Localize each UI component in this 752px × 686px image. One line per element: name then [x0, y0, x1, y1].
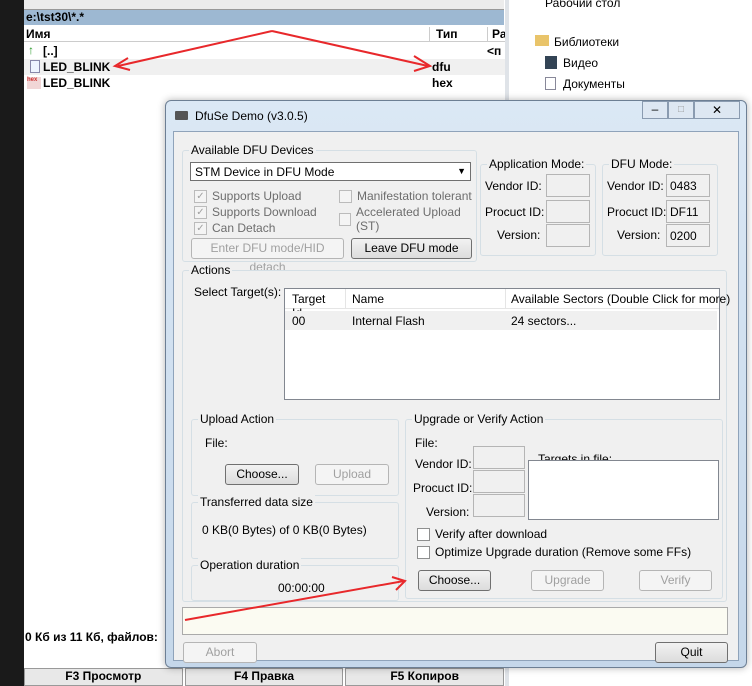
- dfuse-window: DfuSe Demo (v3.0.5) – □ ✕ Available DFU …: [165, 100, 747, 668]
- library-icon: [535, 35, 549, 46]
- table-header: Target Id Name Available Sectors (Double…: [285, 289, 730, 320]
- status-text: 0 Кб из 11 Кб, файлов:: [25, 630, 158, 644]
- nav-libraries[interactable]: Библиотеки: [554, 35, 619, 49]
- upgrade-vendor-id-field: [473, 446, 525, 469]
- abort-button[interactable]: Abort: [183, 642, 257, 663]
- function-keys: F3 Просмотр F4 Правка F5 Копиров: [24, 668, 505, 686]
- upgrade-verify-group: Upgrade or Verify Action File: Vendor ID…: [405, 412, 723, 599]
- quit-button[interactable]: Quit: [655, 642, 728, 663]
- f3-button[interactable]: F3 Просмотр: [24, 668, 183, 686]
- actions-group: Actions Select Target(s): Target Id Name…: [182, 263, 730, 602]
- col-type[interactable]: Тип: [429, 27, 487, 41]
- nav-documents[interactable]: Документы: [563, 77, 625, 91]
- devices-group: Available DFU Devices STM Device in DFU …: [182, 143, 477, 274]
- upgrade-version-field: [473, 494, 525, 517]
- video-icon: [545, 56, 557, 69]
- nav-video[interactable]: Видео: [563, 56, 598, 70]
- upload-choose-button[interactable]: Choose...: [225, 464, 299, 485]
- enter-dfu-button[interactable]: Enter DFU mode/HID detach: [191, 238, 344, 274]
- verify-after-download-checkbox[interactable]: Verify after download: [417, 527, 547, 541]
- documents-icon: [545, 77, 556, 90]
- upgrade-product-id-field: [473, 470, 525, 493]
- maximize-button[interactable]: □: [668, 101, 694, 119]
- file-icon: [30, 60, 40, 73]
- dfu-vendor-id-field: 0483: [666, 174, 710, 197]
- progress-bar: [182, 607, 728, 635]
- hex-file-icon: hex: [27, 77, 41, 89]
- file-row[interactable]: hex LED_BLINK hex: [24, 75, 505, 91]
- app-product-id-field: [546, 200, 590, 223]
- application-mode-group: Application Mode: Vendor ID: Procuct ID:…: [480, 157, 596, 256]
- minimize-button[interactable]: –: [642, 101, 668, 119]
- dfu-version-field: 0200: [666, 224, 710, 247]
- accelerated-checkbox[interactable]: Accelerated Upload (ST): [339, 205, 476, 233]
- optimize-upgrade-checkbox[interactable]: Optimize Upgrade duration (Remove some F…: [417, 545, 691, 559]
- window-title: DfuSe Demo (v3.0.5): [195, 109, 308, 123]
- targets-in-file-list[interactable]: [528, 460, 719, 520]
- up-arrow-icon: ↑: [28, 43, 34, 57]
- close-button[interactable]: ✕: [694, 101, 740, 119]
- upload-button[interactable]: Upload: [315, 464, 389, 485]
- device-select[interactable]: STM Device in DFU Mode ▼: [190, 162, 471, 181]
- chip-icon: [175, 111, 188, 120]
- f4-button[interactable]: F4 Правка: [184, 668, 344, 686]
- duration-group: Operation duration 00:00:00: [191, 558, 399, 601]
- target-table[interactable]: Target Id Name Available Sectors (Double…: [284, 288, 730, 400]
- upgrade-button[interactable]: Upgrade: [531, 570, 604, 591]
- upgrade-choose-button[interactable]: Choose...: [418, 570, 491, 591]
- app-version-field: [546, 224, 590, 247]
- transferred-group: Transferred data size 0 KB(0 Bytes) of 0…: [191, 495, 399, 559]
- manifestation-checkbox[interactable]: Manifestation tolerant: [339, 189, 472, 203]
- drive-bar: [24, 0, 504, 10]
- desktop-edge: [0, 0, 24, 686]
- col-name[interactable]: Имя: [26, 27, 51, 41]
- file-row[interactable]: ↑ [..] <п: [24, 43, 505, 59]
- chevron-down-icon: ▼: [457, 166, 466, 176]
- table-row[interactable]: 00 Internal Flash 24 sectors...: [285, 311, 717, 330]
- file-list-header: Имя Тип Ра: [24, 27, 507, 42]
- app-vendor-id-field: [546, 174, 590, 197]
- dialog-client: Available DFU Devices STM Device in DFU …: [173, 131, 739, 663]
- file-row[interactable]: LED_BLINK dfu: [24, 59, 505, 75]
- verify-button[interactable]: Verify: [639, 570, 712, 591]
- leave-dfu-button[interactable]: Leave DFU mode: [351, 238, 472, 259]
- path-bar: e:\tst30\*.*: [24, 10, 504, 25]
- upload-action-group: Upload Action File: Choose... Upload: [191, 412, 399, 496]
- supports-download-checkbox[interactable]: ✓ Supports Download: [194, 205, 317, 219]
- supports-upload-checkbox[interactable]: ✓ Supports Upload: [194, 189, 301, 203]
- dfu-product-id-field: DF11: [666, 200, 710, 223]
- nav-desktop[interactable]: Рабочий стол: [545, 0, 620, 10]
- can-detach-checkbox[interactable]: ✓ Can Detach: [194, 221, 275, 235]
- f5-button[interactable]: F5 Копиров: [345, 668, 505, 686]
- col-size[interactable]: Ра: [487, 27, 507, 41]
- dfu-mode-group: DFU Mode: Vendor ID: 0483 Procuct ID: DF…: [602, 157, 718, 256]
